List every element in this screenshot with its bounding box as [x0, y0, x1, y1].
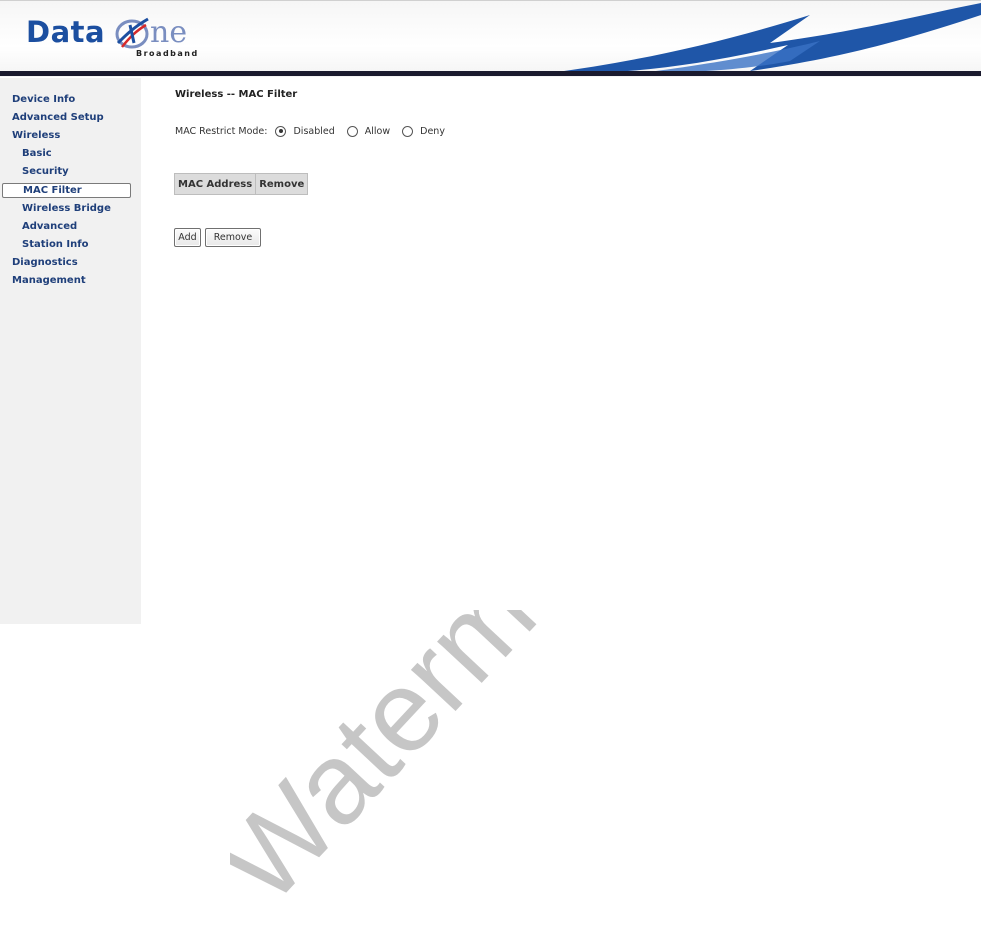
- watermark-overlay: Waterm: [230, 610, 560, 910]
- router-config-page: Data ne Broadband Device Info Advanced S…: [0, 0, 981, 945]
- sidebar-item-wireless[interactable]: Wireless: [12, 130, 60, 141]
- radio-allow[interactable]: [346, 125, 358, 137]
- radio-deny[interactable]: [402, 125, 414, 137]
- mac-restrict-mode-label: MAC Restrict Mode:: [175, 125, 268, 137]
- remove-button[interactable]: Remove: [205, 228, 261, 247]
- sidebar-item-device-info[interactable]: Device Info: [12, 94, 75, 105]
- banner-swoosh-graphic: [550, 3, 981, 74]
- sidebar-item-wireless-bridge[interactable]: Wireless Bridge: [22, 203, 111, 214]
- sidebar-item-security[interactable]: Security: [22, 166, 69, 177]
- watermark-text: Waterm: [230, 610, 560, 910]
- sidebar-item-advanced-setup[interactable]: Advanced Setup: [12, 112, 104, 123]
- logo-subtext: Broadband: [136, 49, 199, 58]
- column-header-mac-address: MAC Address: [173, 173, 257, 195]
- page-title: Wireless -- MAC Filter: [175, 89, 298, 100]
- sidebar-item-mac-filter[interactable]: MAC Filter: [2, 183, 131, 198]
- radio-deny-label: Deny: [420, 125, 445, 137]
- logo-o-mark-icon: [115, 17, 149, 49]
- header-divider: [0, 71, 981, 76]
- sidebar-item-station-info[interactable]: Station Info: [22, 239, 88, 250]
- logo-text-data: Data: [26, 15, 106, 49]
- sidebar-item-basic[interactable]: Basic: [22, 148, 52, 159]
- sidebar-item-management[interactable]: Management: [12, 275, 86, 286]
- sidebar-item-advanced[interactable]: Advanced: [22, 221, 77, 232]
- radio-disabled-label: Disabled: [293, 125, 335, 137]
- table-header-row: MAC Address Remove: [173, 173, 309, 195]
- sidebar: Device Info Advanced Setup Wireless Basi…: [0, 78, 141, 624]
- header-banner: Data ne Broadband: [0, 0, 981, 77]
- add-button[interactable]: Add: [174, 228, 201, 247]
- logo-text-ne: ne: [150, 15, 188, 50]
- radio-allow-label: Allow: [364, 125, 391, 137]
- mac-restrict-mode-row: MAC Restrict Mode: Disabled Allow Deny: [175, 124, 457, 138]
- mac-filter-table: MAC Address Remove: [173, 173, 309, 195]
- sidebar-item-diagnostics[interactable]: Diagnostics: [12, 257, 78, 268]
- column-header-remove: Remove: [255, 173, 309, 195]
- dataone-logo: Data ne Broadband: [26, 11, 216, 63]
- radio-disabled[interactable]: [275, 125, 287, 137]
